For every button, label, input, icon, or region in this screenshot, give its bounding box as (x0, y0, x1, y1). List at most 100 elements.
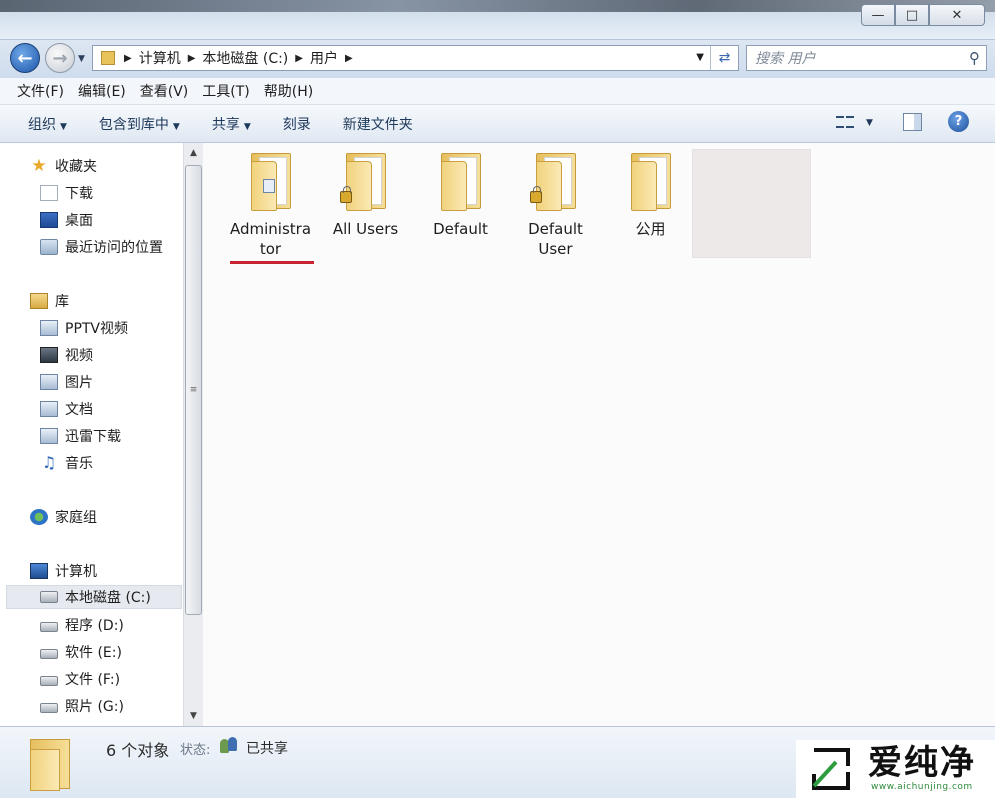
forward-button[interactable]: → (45, 43, 75, 73)
nav-computer-label: 计算机 (55, 564, 97, 580)
breadcrumb-computer[interactable]: 计算机 (135, 48, 185, 68)
scroll-down-icon[interactable]: ▼ (184, 708, 203, 724)
share-label: 共享 (211, 116, 240, 133)
nav-item-pptv[interactable]: PPTV视频 (40, 316, 128, 340)
shared-users-icon (220, 736, 238, 754)
nav-item-label: 程序 (D:) (65, 618, 124, 634)
refresh-icon[interactable]: ⇄ (710, 46, 738, 70)
drive-icon (40, 621, 58, 632)
title-bar-background (0, 0, 995, 12)
library-icon (30, 293, 48, 309)
drive-icon (40, 675, 58, 686)
include-in-library-button[interactable]: 包含到库中 ▼ (89, 114, 190, 134)
chevron-down-icon: ▼ (243, 121, 251, 132)
back-button[interactable]: ← (10, 43, 40, 73)
hidden-item-placeholder[interactable] (692, 149, 811, 258)
organize-label: 组织 (28, 116, 56, 133)
nav-item-pictures[interactable]: 图片 (40, 370, 93, 394)
menu-file[interactable]: 文件(F) (10, 81, 71, 101)
recent-pages-dropdown-icon[interactable]: ▼ (78, 54, 85, 64)
search-input[interactable]: 搜索 用户 ⚲ (746, 45, 987, 71)
nav-libraries[interactable]: 库 (30, 289, 69, 313)
nav-item-videos[interactable]: 视频 (40, 343, 93, 367)
breadcrumb-local-disk[interactable]: 本地磁盘 (C:) (198, 48, 292, 68)
chevron-right-icon[interactable]: ▶ (342, 53, 356, 64)
computer-icon (30, 563, 48, 579)
nav-item-label: PPTV视频 (65, 321, 129, 337)
nav-item-desktop[interactable]: 桌面 (40, 208, 93, 232)
nav-favorites[interactable]: ★ 收藏夹 (30, 154, 97, 178)
folder-name: User (538, 240, 573, 258)
nav-item-drive-f[interactable]: 文件 (F:) (40, 667, 120, 691)
nav-item-recent-places[interactable]: 最近访问的位置 (40, 235, 163, 259)
recent-places-icon (40, 239, 58, 255)
lock-icon (529, 186, 542, 203)
search-placeholder: 搜索 用户 (755, 51, 816, 67)
highlight-underline (230, 261, 314, 264)
documents-icon (40, 401, 58, 417)
state-label: 状态: (180, 743, 211, 758)
nav-item-label: 文件 (F:) (65, 672, 121, 688)
navigation-scrollbar[interactable]: ▲ ≡ ▼ (183, 143, 203, 726)
menu-tools[interactable]: 工具(T) (195, 81, 256, 101)
minimize-button[interactable]: — (861, 4, 895, 26)
folder-default[interactable]: Default (413, 151, 508, 239)
chevron-right-icon[interactable]: ▶ (185, 53, 199, 64)
watermark-text: 爱纯净 (868, 743, 976, 783)
menu-help[interactable]: 帮助(H) (257, 81, 320, 101)
search-icon[interactable]: ⚲ (969, 49, 980, 67)
nav-item-label: 照片 (G:) (65, 699, 124, 715)
nav-item-downloads[interactable]: 下载 (40, 181, 93, 205)
nav-item-drive-g[interactable]: 照片 (G:) (40, 694, 124, 718)
pictures-icon (40, 374, 58, 390)
change-view-icon[interactable] (836, 113, 854, 131)
view-options-dropdown-icon[interactable]: ▼ (866, 118, 873, 128)
downloads-icon (40, 185, 58, 201)
menu-view[interactable]: 查看(V) (133, 81, 196, 101)
scrollbar-thumb[interactable]: ≡ (185, 165, 202, 615)
folder-name: Default (433, 220, 488, 238)
breadcrumb-users[interactable]: 用户 (306, 48, 342, 68)
nav-item-music[interactable]: ♫ 音乐 (40, 451, 93, 475)
title-bar: — □ ✕ (0, 0, 995, 40)
nav-homegroup[interactable]: 家庭组 (30, 505, 97, 529)
nav-computer[interactable]: 计算机 (30, 559, 97, 583)
watermark: 爱纯净 www.aichunjing.com (796, 740, 995, 798)
nav-item-drive-c[interactable]: 本地磁盘 (C:) (6, 585, 182, 609)
address-bar[interactable]: ▶ 计算机 ▶ 本地磁盘 (C:) ▶ 用户 ▶ ▼ ⇄ (92, 45, 739, 71)
menu-edit[interactable]: 编辑(E) (71, 81, 133, 101)
maximize-button[interactable]: □ (895, 4, 929, 26)
folder-administrator[interactable]: Administra tor (223, 151, 318, 259)
nav-item-drive-e[interactable]: 软件 (E:) (40, 640, 122, 664)
videos-icon (40, 347, 58, 363)
nav-item-label: 视频 (65, 348, 93, 364)
drive-icon (40, 702, 58, 713)
nav-item-xunlei-downloads[interactable]: 迅雷下载 (40, 424, 121, 448)
system-drive-icon (40, 591, 58, 603)
nav-libraries-label: 库 (55, 294, 69, 310)
address-history-dropdown-icon[interactable]: ▼ (696, 52, 704, 63)
share-button[interactable]: 共享 ▼ (202, 114, 261, 134)
chevron-right-icon[interactable]: ▶ (292, 53, 306, 64)
file-list: Administra tor All Users Default Default… (203, 143, 995, 726)
close-button[interactable]: ✕ (929, 4, 985, 26)
scroll-up-icon[interactable]: ▲ (184, 145, 203, 161)
chevron-right-icon[interactable]: ▶ (121, 53, 135, 64)
folder-icon (245, 151, 297, 211)
organize-button[interactable]: 组织 ▼ (18, 114, 77, 134)
folder-icon (101, 51, 115, 65)
nav-item-label: 文档 (65, 402, 93, 418)
preview-pane-icon[interactable] (903, 113, 922, 131)
new-folder-button[interactable]: 新建文件夹 (333, 114, 423, 134)
menu-bar: 文件(F) 编辑(E) 查看(V) 工具(T) 帮助(H) (0, 78, 995, 105)
library-folder-icon (40, 428, 58, 444)
folder-name: All Users (332, 220, 399, 238)
nav-item-drive-d[interactable]: 程序 (D:) (40, 613, 124, 637)
burn-button[interactable]: 刻录 (273, 114, 321, 134)
folder-public[interactable]: 公用 (603, 151, 698, 239)
folder-all-users[interactable]: All Users (318, 151, 413, 239)
folder-default-user[interactable]: Default User (508, 151, 603, 259)
help-icon[interactable]: ? (948, 111, 969, 132)
nav-item-documents[interactable]: 文档 (40, 397, 93, 421)
nav-item-label: 迅雷下载 (65, 429, 121, 445)
